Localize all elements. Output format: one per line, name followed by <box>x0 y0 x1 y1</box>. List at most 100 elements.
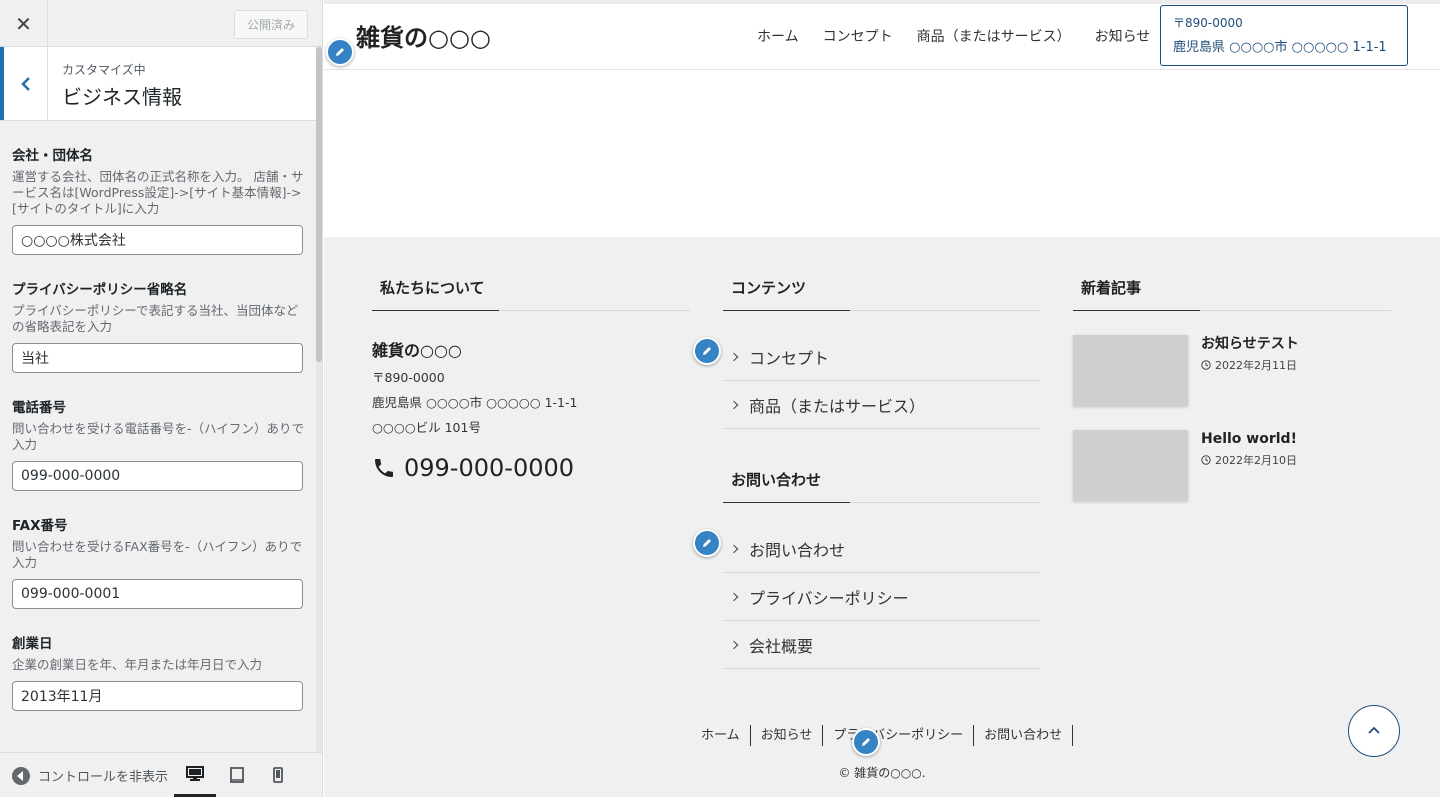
back-button[interactable] <box>0 47 48 120</box>
publish-button[interactable]: 公開済み <box>234 10 308 39</box>
menu-item-privacy[interactable]: プライバシーポリシー <box>723 573 1041 621</box>
header-address: 鹿児島県 ○○○○市 ○○○○○ 1-1-1 <box>1173 40 1387 55</box>
site-preview: 雑貨の○○○ ホーム コンセプト 商品（またはサービス） お知らせ 〒890-0… <box>324 0 1440 797</box>
about-company-name: 雑貨の○○○ <box>372 341 462 360</box>
section-title-panel: カスタマイズ中 ビジネス情報 <box>0 47 316 121</box>
post-item[interactable]: Hello world! 2022年2月10日 <box>1073 430 1391 501</box>
sidebar-scrollbar[interactable] <box>316 47 322 752</box>
site-header: 雑貨の○○○ ホーム コンセプト 商品（またはサービス） お知らせ 〒890-0… <box>324 0 1440 70</box>
customizer-sidebar: ✕ 公開済み カスタマイズ中 ビジネス情報 会社・団体名 運営する会社、団体名の… <box>0 0 323 797</box>
control-founded: 創業日 企業の創業日を年、年月または年月日で入力 <box>12 635 304 711</box>
post-body: お知らせテスト 2022年2月11日 <box>1201 335 1299 406</box>
widget-recent-posts: 新着記事 お知らせテスト 2022年2月11日 Hello world! 202… <box>1073 277 1391 501</box>
post-thumbnail[interactable] <box>1073 430 1188 501</box>
control-description: 企業の創業日を年、年月または年月日で入力 <box>12 657 263 672</box>
nav-item-products[interactable]: 商品（またはサービス） <box>917 26 1071 46</box>
post-item[interactable]: お知らせテスト 2022年2月11日 <box>1073 335 1391 406</box>
post-title[interactable]: お知らせテスト <box>1201 335 1299 353</box>
site-title[interactable]: 雑貨の○○○ <box>356 18 491 53</box>
widget-title: お問い合わせ <box>723 469 1041 503</box>
control-description: 運営する会社、団体名の正式名称を入力。 店舗・サービス名は[WordPress設… <box>12 169 304 216</box>
footer-nav-home[interactable]: ホーム <box>691 725 751 746</box>
footer-nav-privacy[interactable]: プライバシーポリシー <box>823 725 975 746</box>
contact-menu: お問い合わせ プライバシーポリシー 会社概要 <box>723 525 1041 669</box>
post-thumbnail[interactable] <box>1073 335 1188 406</box>
chevron-right-icon <box>729 544 739 553</box>
section-subtitle: カスタマイズ中 <box>62 63 146 77</box>
pencil-icon <box>703 347 711 355</box>
menu-item-label: 会社概要 <box>749 636 814 656</box>
control-label: プライバシーポリシー省略名 <box>12 282 188 298</box>
post-title[interactable]: Hello world! <box>1201 430 1297 448</box>
control-label: 電話番号 <box>12 400 66 416</box>
about-address-line1: 鹿児島県 ○○○○市 ○○○○○ 1-1-1 <box>372 395 578 410</box>
pencil-icon <box>703 539 711 547</box>
menu-item-label: お問い合わせ <box>749 540 846 560</box>
about-postal: 〒890-0000 <box>372 370 445 385</box>
close-icon: ✕ <box>15 11 32 36</box>
post-body: Hello world! 2022年2月10日 <box>1201 430 1297 501</box>
control-description: プライバシーポリシーで表記する当社、当団体などの省略表記を入力 <box>12 303 299 334</box>
mobile-icon <box>273 767 283 783</box>
chevron-right-icon <box>729 640 739 649</box>
about-address-line2: ○○○○ビル 101号 <box>372 420 481 435</box>
header-contact-box: 〒890-0000 鹿児島県 ○○○○市 ○○○○○ 1-1-1 <box>1160 5 1408 66</box>
device-mobile-button[interactable] <box>257 753 299 797</box>
section-heading: ビジネス情報 <box>62 85 182 109</box>
edit-shortcut-contents-menu[interactable] <box>693 337 721 365</box>
collapse-controls-button[interactable]: コントロールを非表示 <box>12 766 168 785</box>
control-company-name: 会社・団体名 運営する会社、団体名の正式名称を入力。 店舗・サービス名は[Wor… <box>12 147 304 255</box>
header-postal: 〒890-0000 <box>1173 16 1243 30</box>
menu-item-label: 商品（またはサービス） <box>749 396 926 416</box>
post-date: 2022年2月10日 <box>1201 452 1297 468</box>
nav-item-home[interactable]: ホーム <box>757 26 799 46</box>
contents-menu: コンセプト 商品（またはサービス） <box>723 333 1041 429</box>
footer-nav-contact[interactable]: お問い合わせ <box>974 725 1074 746</box>
post-date-text: 2022年2月11日 <box>1215 359 1297 372</box>
widget-about: 私たちについて 雑貨の○○○ 〒890-0000 鹿児島県 ○○○○市 ○○○○… <box>372 277 690 482</box>
pencil-icon <box>862 738 870 746</box>
post-date: 2022年2月11日 <box>1201 357 1299 373</box>
collapse-label: コントロールを非表示 <box>38 770 169 785</box>
nav-item-news[interactable]: お知らせ <box>1095 26 1151 46</box>
pencil-icon <box>336 48 344 56</box>
menu-item-label: プライバシーポリシー <box>749 588 909 608</box>
widget-title: 私たちについて <box>372 277 690 311</box>
founded-input[interactable] <box>12 681 303 711</box>
edit-shortcut-site-title[interactable] <box>326 38 354 66</box>
page-top-button[interactable] <box>1348 705 1400 757</box>
close-customizer-button[interactable]: ✕ <box>0 0 48 47</box>
clock-icon <box>1201 455 1211 465</box>
site-footer: 私たちについて 雑貨の○○○ 〒890-0000 鹿児島県 ○○○○市 ○○○○… <box>324 237 1440 797</box>
footer-nav-news[interactable]: お知らせ <box>751 725 824 746</box>
footer-nav: ホーム お知らせ プライバシーポリシー お問い合わせ <box>691 725 1074 746</box>
edit-shortcut-footer-nav[interactable] <box>852 728 880 756</box>
post-date-text: 2022年2月10日 <box>1215 454 1297 467</box>
clock-icon <box>1201 360 1211 370</box>
control-description: 問い合わせを受けるFAX番号を-（ハイフン）ありで入力 <box>12 539 303 570</box>
scrollbar-thumb[interactable] <box>316 47 322 362</box>
menu-item-products[interactable]: 商品（またはサービス） <box>723 381 1041 429</box>
menu-item-concept[interactable]: コンセプト <box>723 333 1041 381</box>
tablet-icon <box>230 767 244 783</box>
control-label: 会社・団体名 <box>12 148 93 164</box>
company-name-input[interactable] <box>12 225 303 255</box>
privacy-short-name-input[interactable] <box>12 343 303 373</box>
edit-shortcut-contact-menu[interactable] <box>693 529 721 557</box>
device-tablet-button[interactable] <box>216 753 258 797</box>
desktop-icon <box>186 765 204 781</box>
nav-item-concept[interactable]: コンセプト <box>823 26 893 46</box>
control-fax: FAX番号 問い合わせを受けるFAX番号を-（ハイフン）ありで入力 <box>12 517 304 609</box>
chevron-right-icon <box>729 352 739 361</box>
collapse-icon <box>12 766 30 785</box>
device-desktop-button[interactable] <box>174 753 216 797</box>
chevron-up-icon <box>1368 726 1380 734</box>
widget-contact: お問い合わせ お問い合わせ プライバシーポリシー 会社概要 <box>723 469 1041 669</box>
phone-input[interactable] <box>12 461 303 491</box>
menu-item-contact[interactable]: お問い合わせ <box>723 525 1041 573</box>
copyright: © 雑貨の○○○. <box>838 766 926 780</box>
fax-input[interactable] <box>12 579 303 609</box>
control-description: 問い合わせを受ける電話番号を-（ハイフン）ありで入力 <box>12 421 305 452</box>
menu-item-label: コンセプト <box>749 348 830 368</box>
menu-item-company[interactable]: 会社概要 <box>723 621 1041 669</box>
